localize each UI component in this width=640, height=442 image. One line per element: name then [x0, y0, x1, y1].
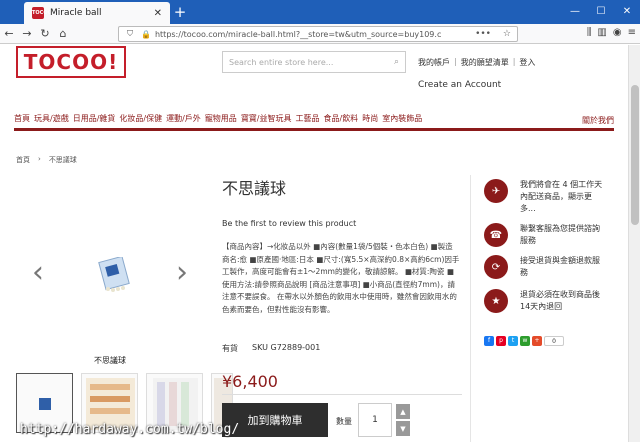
facebook-icon[interactable]: f [484, 336, 494, 346]
create-account-link[interactable]: Create an Account [418, 80, 501, 90]
minimize-icon[interactable]: — [562, 0, 588, 24]
service-item: ✈ 我們將會在 4 個工作天內配送商品，顯示更多... [484, 179, 606, 215]
quantity-input[interactable]: 1 [358, 403, 392, 437]
menu-icon[interactable]: ≡ [628, 27, 636, 38]
product-title: 不思議球 [222, 179, 287, 198]
category-item[interactable]: 寵物用品 [205, 113, 237, 124]
my-account-link[interactable]: 我的帳戶 [418, 57, 450, 68]
quantity-increase-icon[interactable]: ▲ [396, 404, 410, 419]
reload-icon[interactable]: ↻ [36, 27, 54, 40]
product-image[interactable] [94, 257, 134, 295]
refresh-icon: ⟳ [484, 255, 508, 279]
site-logo[interactable]: TOCOO! [16, 46, 126, 78]
back-icon[interactable]: ← [0, 27, 18, 40]
close-tab-icon[interactable]: ✕ [154, 8, 162, 19]
category-item[interactable]: 食品/飲料 [324, 113, 359, 124]
category-item[interactable]: 寶寶/益智玩具 [241, 113, 292, 124]
sidebar-icon[interactable]: ▥ [597, 27, 606, 38]
gallery-prev-icon[interactable]: ‹ [32, 255, 44, 290]
library-icon[interactable]: ⫼ [587, 27, 592, 38]
star-icon: ★ [484, 289, 508, 313]
wechat-icon[interactable]: w [520, 336, 530, 346]
divider [222, 394, 462, 395]
favicon-icon: TOCOO [32, 7, 52, 19]
service-text: 退貨必須在收到商品後14天內退回 [520, 290, 600, 311]
airplane-icon: ✈ [484, 179, 508, 203]
forward-icon[interactable]: → [18, 27, 36, 40]
browser-navbar: ← → ↻ ⌂ ⛉ 🔒 https://tocoo.com/miracle-ba… [0, 24, 640, 44]
service-item: ☎ 聯繫客服為您提供諮詢服務 [484, 223, 606, 247]
service-text: 聯繫客服為您提供諮詢服務 [520, 224, 600, 245]
scrollbar-thumb[interactable] [631, 85, 639, 225]
search-icon[interactable]: ⌕ [394, 57, 399, 67]
share-plus-icon[interactable]: + [532, 336, 542, 346]
category-item[interactable]: 日用品/雜貨 [73, 113, 116, 124]
sku-label: SKU [252, 343, 268, 352]
browser-tabbar: TOCOO Miracle ball ✕ + — ☐ ✕ [0, 0, 640, 24]
page-scrollbar[interactable] [628, 45, 640, 442]
close-window-icon[interactable]: ✕ [614, 0, 640, 24]
breadcrumb: 首頁 › 不思議球 [16, 155, 77, 165]
account-icon[interactable]: ◉ [613, 27, 622, 38]
browser-tab[interactable]: TOCOO Miracle ball ✕ [24, 2, 170, 24]
quantity-label: 數量 [336, 417, 352, 426]
search-placeholder: Search entire store here... [229, 57, 334, 67]
login-link[interactable]: 登入 [519, 57, 535, 68]
service-item: ★ 退貨必須在收到商品後14天內退回 [484, 289, 606, 313]
category-item[interactable]: 玩具/遊戲 [34, 113, 69, 124]
twitter-icon[interactable]: t [508, 336, 518, 346]
account-links: 我的帳戶 | 我的願望清單 | 登入 [418, 57, 536, 68]
review-link[interactable]: Be the first to review this product [222, 219, 356, 228]
category-nav: 首頁 玩具/遊戲 日用品/雜貨 化妝品/保健 運動/戶外 寵物用品 寶寶/益智玩… [14, 109, 614, 131]
home-icon[interactable]: ⌂ [54, 27, 72, 40]
service-text: 接受退貨與金額退款服務 [520, 256, 600, 277]
sku-value: G72889-001 [270, 343, 321, 352]
window-controls: — ☐ ✕ [562, 0, 640, 24]
category-item[interactable]: 首頁 [14, 113, 30, 124]
phone-icon: ☎ [484, 223, 508, 247]
tab-title: Miracle ball [50, 8, 102, 18]
stock-status: 有貨 [222, 344, 238, 353]
wishlist-link[interactable]: 我的願望清單 [461, 57, 509, 68]
about-us-link[interactable]: 關於我們 [582, 115, 614, 126]
pinterest-icon[interactable]: p [496, 336, 506, 346]
category-item[interactable]: 時尚 [362, 113, 378, 124]
product-price: ¥6,400 [222, 372, 278, 391]
breadcrumb-current: 不思議球 [48, 156, 77, 164]
page-actions-icon[interactable]: ••• [475, 29, 491, 39]
service-text: 我們將會在 4 個工作天內配送商品，顯示更多... [520, 180, 603, 213]
stock-info: 有貨 SKU G72889-001 [222, 343, 320, 354]
category-item[interactable]: 工藝品 [296, 113, 320, 124]
share-buttons: f p t w + 0 [484, 336, 564, 346]
web-page: TOCOO! Search entire store here... ⌕ 我的帳… [0, 45, 628, 442]
category-item[interactable]: 室內裝飾品 [382, 113, 422, 124]
bookmark-star-icon[interactable]: ☆ [503, 29, 511, 39]
search-input[interactable]: Search entire store here... ⌕ [222, 51, 406, 73]
gallery-caption: 不思議球 [94, 356, 126, 365]
share-count: 0 [544, 336, 564, 346]
service-item: ⟳ 接受退貨與金額退款服務 [484, 255, 606, 279]
url-text: https://tocoo.com/miracle-ball.html?__st… [154, 29, 442, 39]
breadcrumb-home[interactable]: 首頁 [16, 155, 30, 165]
maximize-icon[interactable]: ☐ [588, 0, 614, 24]
toolbar-icons: ⫼ ▥ ◉ ≡ [587, 27, 636, 38]
category-item[interactable]: 化妝品/保健 [119, 113, 162, 124]
sidebar-divider [470, 175, 471, 442]
gallery-next-icon[interactable]: › [176, 255, 188, 290]
address-bar[interactable]: ⛉ 🔒 https://tocoo.com/miracle-ball.html?… [118, 26, 518, 42]
product-description: 【商品內容】→化妝品以外 ■內容(數量1袋/5個裝・色本白色) ■製造商名:愈 … [222, 242, 460, 314]
watermark-text: http://hardaway.com.tw/blog/ [20, 422, 240, 437]
lock-icon: 🔒 [141, 29, 151, 39]
new-tab-icon[interactable]: + [172, 3, 188, 21]
shield-icon: ⛉ [127, 29, 133, 38]
category-item[interactable]: 運動/戶外 [166, 113, 201, 124]
breadcrumb-separator-icon: › [38, 155, 41, 163]
quantity-decrease-icon[interactable]: ▼ [396, 421, 410, 436]
